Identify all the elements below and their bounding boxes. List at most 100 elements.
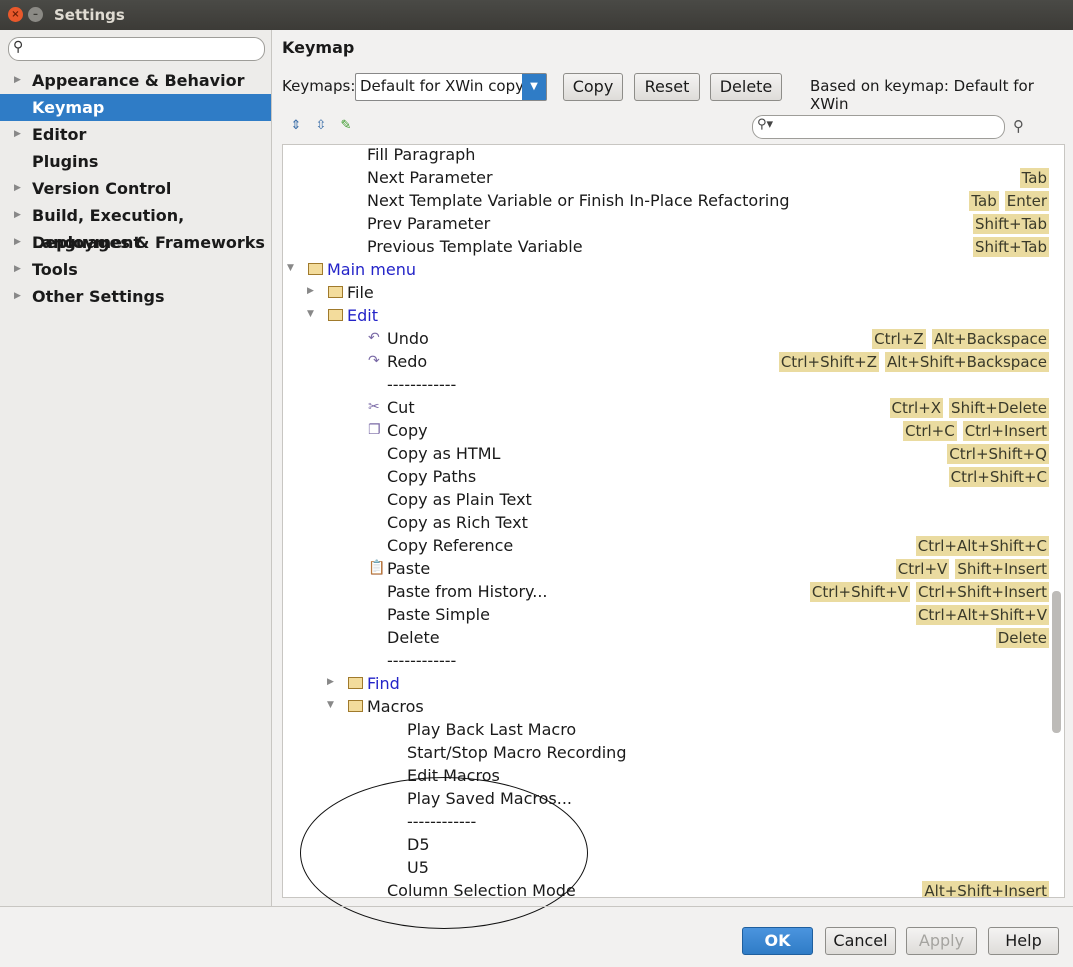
action-filter-input[interactable]: ⚲▾ (752, 115, 1005, 139)
sidebar-item-build-execution-deployment[interactable]: ▶ Build, Execution, Deployment (0, 202, 271, 252)
collapse-all-icon[interactable]: ⇳ (313, 118, 329, 134)
tree-row-label: Play Saved Macros... (407, 789, 572, 808)
tree-row-label: File (347, 283, 374, 302)
chevron-right-icon[interactable]: ▶ (14, 175, 21, 202)
copy-icon: ❐ (368, 422, 381, 438)
tree-row[interactable]: ▼ Macros (283, 696, 1053, 719)
chevron-down-icon[interactable]: ▼ (307, 309, 314, 319)
copy-keymap-button[interactable]: Copy (563, 73, 623, 101)
keymap-tree: Fill Paragraph Next Parameter Tab Next Temp… (282, 144, 1065, 898)
sidebar-item-appearance-behavior[interactable]: ▶ Appearance & Behavior (0, 67, 271, 94)
title-bar: × – Settings (0, 0, 1073, 30)
tree-row[interactable]: Edit Macros (283, 765, 1053, 788)
find-by-shortcut-icon[interactable]: ⚲ (1013, 117, 1024, 135)
chevron-right-icon[interactable]: ▶ (327, 677, 334, 687)
tree-row[interactable]: Paste from History... Ctrl+Shift+V Ctrl+Sh… (283, 581, 1053, 604)
tree-row[interactable]: Copy Paths Ctrl+Shift+C (283, 466, 1053, 489)
tree-row-label: Paste (387, 559, 431, 578)
tree-row[interactable]: Copy as Rich Text (283, 512, 1053, 535)
tree-row[interactable]: Play Back Last Macro (283, 719, 1053, 742)
tree-row[interactable]: ↷ Redo Ctrl+Shift+Z Alt+Shift+Backspace (283, 351, 1053, 374)
tree-row[interactable]: ------------ (283, 650, 1053, 673)
chevron-right-icon[interactable]: ▶ (14, 202, 21, 229)
tree-scrollbar[interactable] (1052, 591, 1061, 733)
expand-all-icon[interactable]: ⇕ (288, 118, 304, 134)
tree-row-label: Edit Macros (407, 766, 500, 785)
sidebar-item-version-control[interactable]: ▶ Version Control (0, 175, 271, 202)
tree-row[interactable]: ▶ Find (283, 673, 1053, 696)
chevron-right-icon[interactable]: ▶ (14, 256, 21, 283)
tree-row-label: Copy as HTML (387, 444, 501, 463)
close-window-button[interactable]: × (8, 7, 23, 22)
tree-row[interactable]: Prev Parameter Shift+Tab (283, 213, 1053, 236)
folder-icon (328, 309, 343, 321)
chevron-down-icon[interactable]: ▼ (522, 74, 546, 100)
sidebar-item-languages-frameworks[interactable]: ▶ Languages & Frameworks (0, 229, 271, 256)
tree-row[interactable]: Copy Reference Ctrl+Alt+Shift+C (283, 535, 1053, 558)
tree-row-label: Fill Paragraph (367, 145, 476, 164)
sidebar-item-plugins[interactable]: Plugins (0, 148, 271, 175)
chevron-down-icon[interactable]: ▼ (327, 700, 334, 710)
edit-pencil-icon[interactable]: ✎ (338, 118, 354, 134)
sidebar-item-editor[interactable]: ▶ Editor (0, 121, 271, 148)
sidebar-item-label: Other Settings (32, 287, 165, 306)
delete-keymap-button[interactable]: Delete (710, 73, 782, 101)
settings-search-input[interactable]: ⚲ (8, 37, 265, 61)
tree-row[interactable]: D5 (283, 834, 1053, 857)
folder-icon (328, 286, 343, 298)
sidebar-item-other-settings[interactable]: ▶ Other Settings (0, 283, 271, 310)
minimize-window-button[interactable]: – (28, 7, 43, 22)
sidebar-item-tools[interactable]: ▶ Tools (0, 256, 271, 283)
tree-row[interactable]: Copy as HTML Ctrl+Shift+Q (283, 443, 1053, 466)
tree-row-label: Copy Reference (387, 536, 514, 555)
chevron-right-icon[interactable]: ▶ (14, 121, 21, 148)
tree-row[interactable]: Start/Stop Macro Recording (283, 742, 1053, 765)
ok-button[interactable]: OK (742, 927, 813, 955)
sidebar-item-keymap[interactable]: Keymap (0, 94, 271, 121)
tree-row[interactable]: ❐ Copy Ctrl+C Ctrl+Insert (283, 420, 1053, 443)
tree-row-label: Macros (367, 697, 424, 716)
tree-row[interactable]: 📋 Paste Ctrl+V Shift+Insert (283, 558, 1053, 581)
tree-row-label: ------------ (407, 812, 477, 831)
tree-row[interactable]: Copy as Plain Text (283, 489, 1053, 512)
tree-row-label: Find (367, 674, 400, 693)
dialog-footer: OK Cancel Apply Help (0, 906, 1073, 967)
chevron-right-icon[interactable]: ▶ (307, 286, 314, 296)
tree-row[interactable]: ↶ Undo Ctrl+Z Alt+Backspace (283, 328, 1053, 351)
shortcut-badge: Ctrl+Shift+V (809, 582, 911, 602)
chevron-right-icon[interactable]: ▶ (14, 67, 21, 94)
tree-row[interactable]: Next Parameter Tab (283, 167, 1053, 190)
help-button[interactable]: Help (988, 927, 1059, 955)
page-title: Keymap (282, 38, 355, 57)
shortcut-badge: Tab (969, 191, 999, 211)
tree-row[interactable]: Fill Paragraph (283, 145, 1053, 167)
keymap-select[interactable]: Default for XWin copy ▼ (355, 73, 547, 101)
cut-icon: ✂ (368, 399, 380, 415)
tree-row[interactable]: Paste Simple Ctrl+Alt+Shift+V (283, 604, 1053, 627)
tree-row[interactable]: ▼ Main menu (283, 259, 1053, 282)
cancel-button[interactable]: Cancel (825, 927, 896, 955)
tree-row[interactable]: Column Selection Mode Alt+Shift+Insert (283, 880, 1053, 897)
tree-row[interactable]: Next Template Variable or Finish In-Plac… (283, 190, 1053, 213)
tree-row[interactable]: ▼ Edit (283, 305, 1053, 328)
reset-keymap-button[interactable]: Reset (634, 73, 700, 101)
chevron-right-icon[interactable]: ▶ (14, 283, 21, 310)
tree-row-label: Next Template Variable or Finish In-Plac… (367, 191, 790, 210)
shortcut-badge: Tab (1019, 168, 1049, 188)
search-icon: ⚲ (13, 39, 24, 55)
tree-row-label: Delete (387, 628, 440, 647)
tree-row[interactable]: ▶ File (283, 282, 1053, 305)
settings-sidebar: ⚲ ▶ Appearance & Behavior Keymap ▶ Editor Plu… (0, 30, 272, 906)
tree-row[interactable]: ------------ (283, 374, 1053, 397)
shortcut-badge: Ctrl+Shift+Insert (916, 582, 1049, 602)
chevron-down-icon[interactable]: ▼ (287, 263, 294, 273)
tree-row[interactable]: Previous Template Variable Shift+Tab (283, 236, 1053, 259)
apply-button[interactable]: Apply (906, 927, 977, 955)
tree-row[interactable]: Delete Delete (283, 627, 1053, 650)
tree-row[interactable]: Play Saved Macros... (283, 788, 1053, 811)
chevron-right-icon[interactable]: ▶ (14, 229, 21, 256)
tree-row[interactable]: ✂ Cut Ctrl+X Shift+Delete (283, 397, 1053, 420)
shortcut-badge: Alt+Shift+Insert (922, 881, 1049, 897)
tree-row[interactable]: ------------ (283, 811, 1053, 834)
tree-row[interactable]: U5 (283, 857, 1053, 880)
